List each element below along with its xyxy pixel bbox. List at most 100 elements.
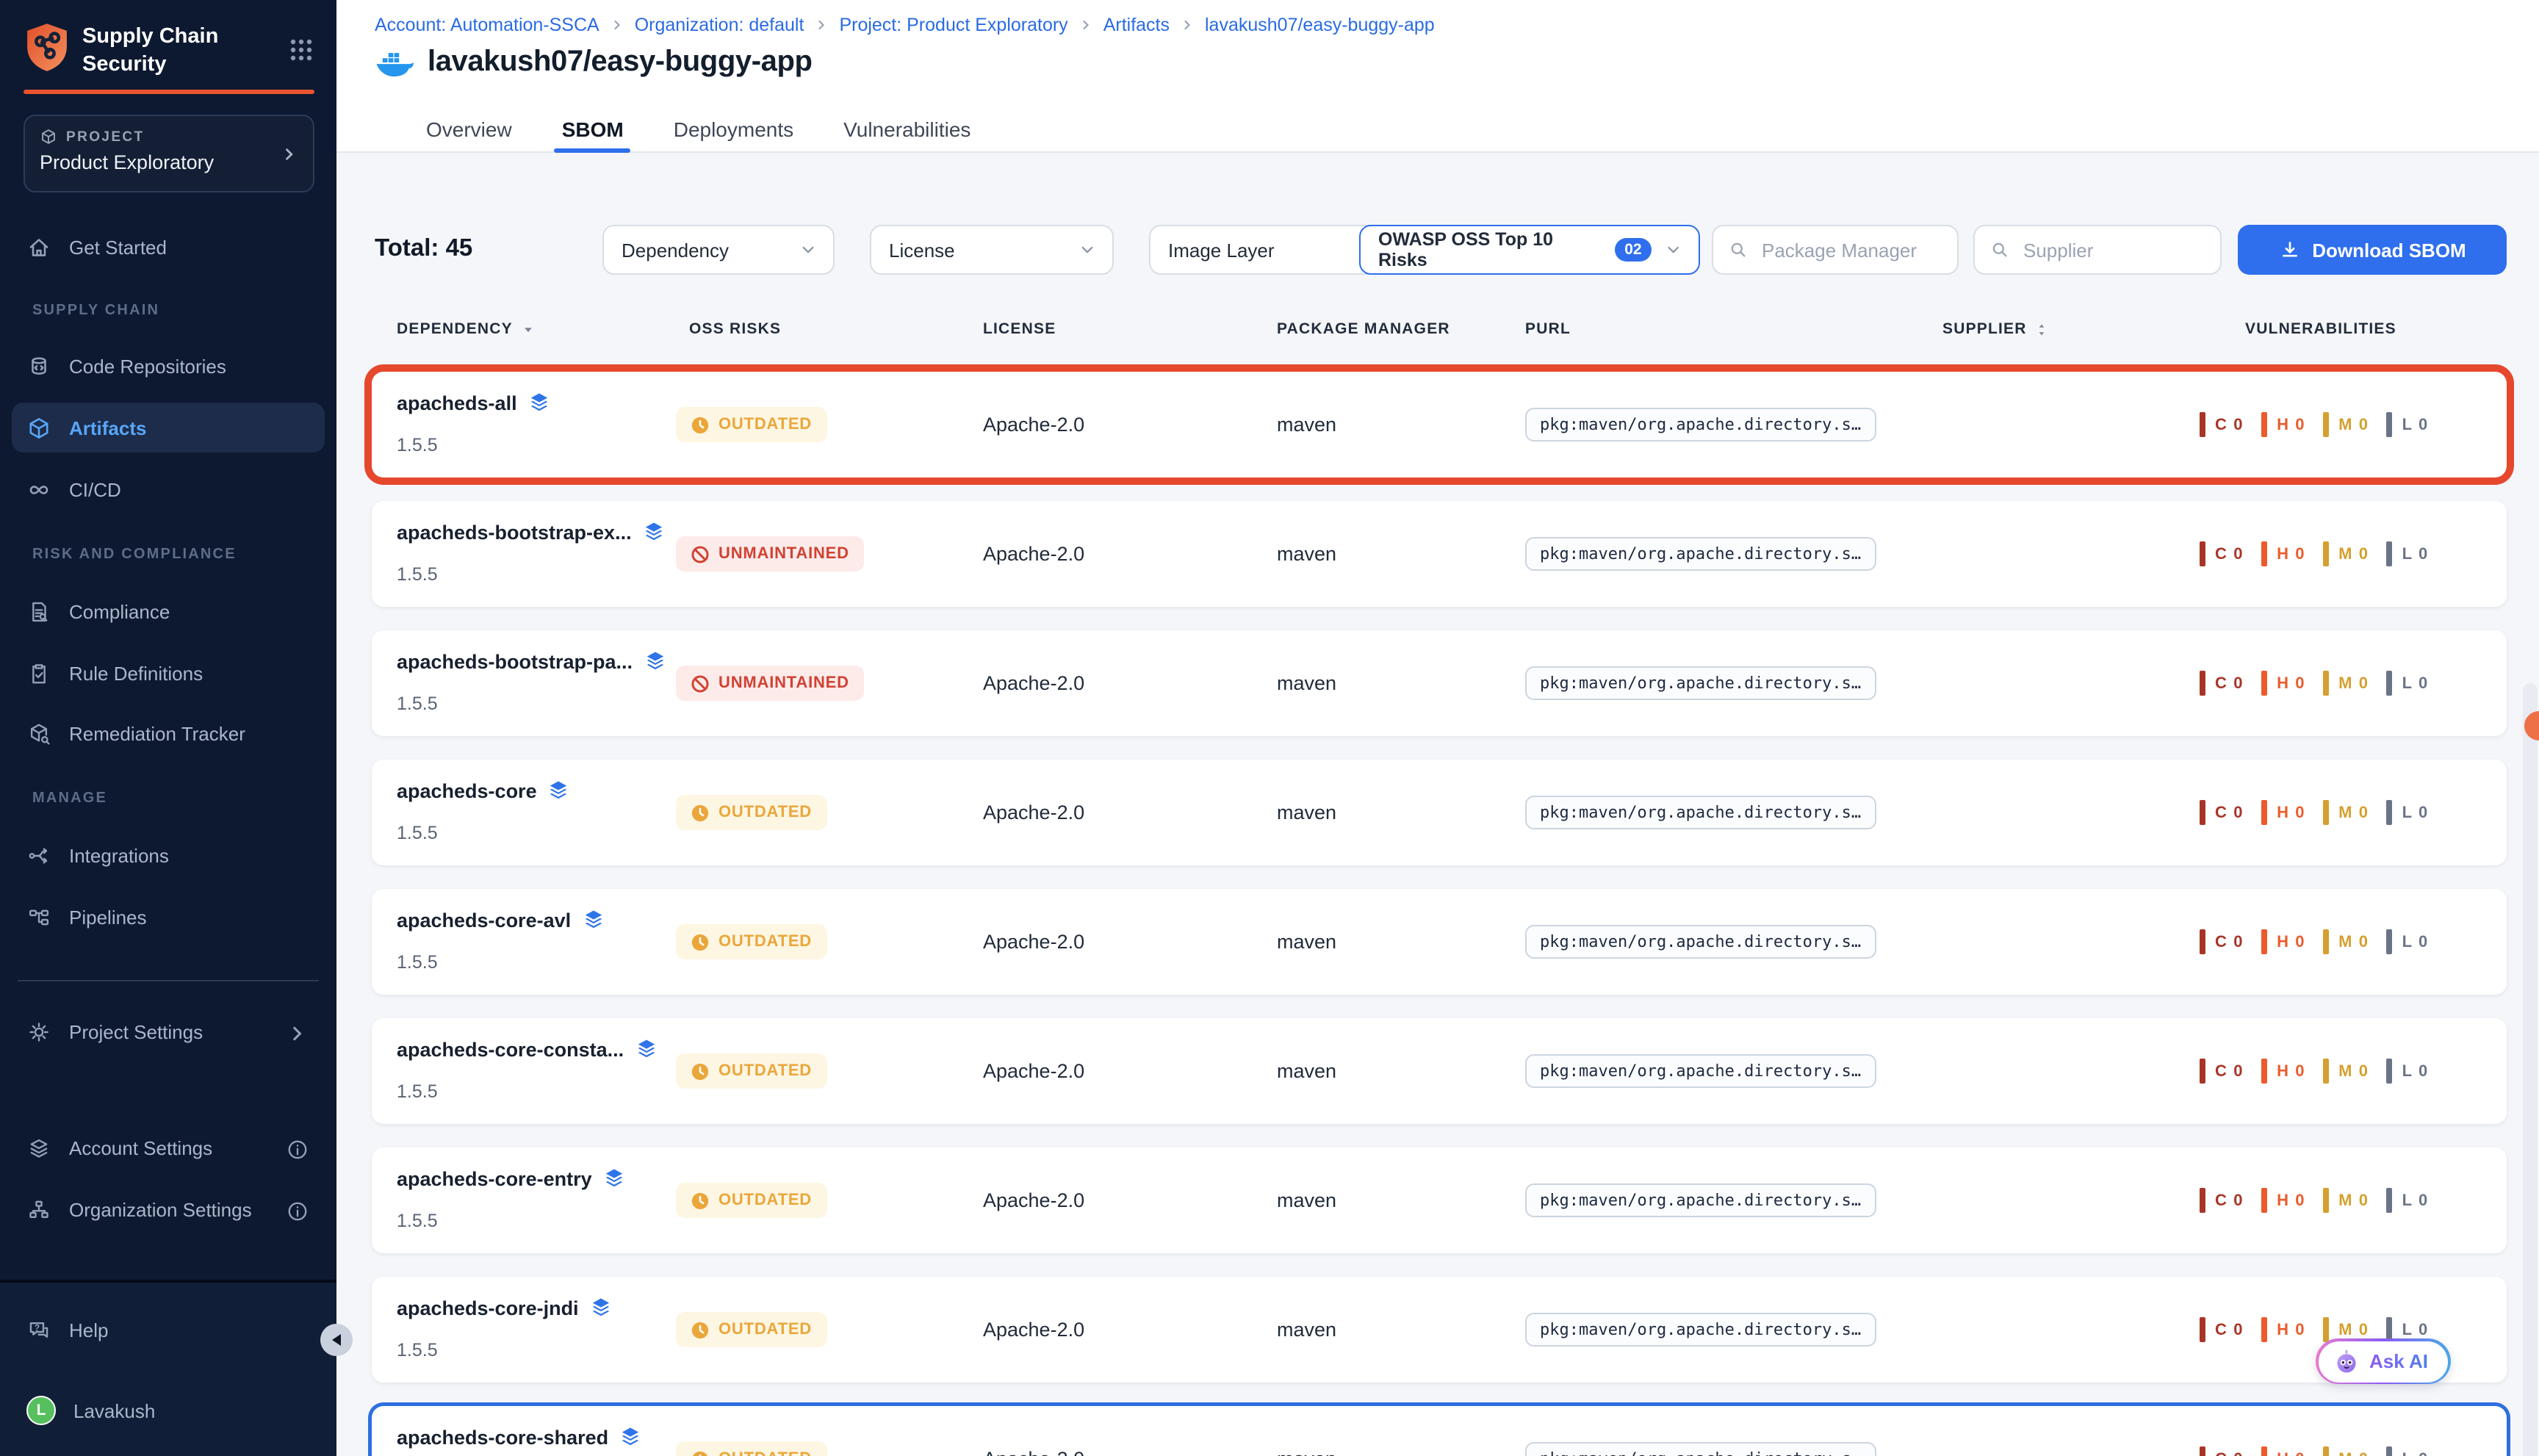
purl-chip[interactable]: pkg:maven/org.apache.directory.s… (1525, 1313, 1876, 1347)
infinity-icon (26, 477, 51, 502)
purl-chip[interactable]: pkg:maven/org.apache.directory.s… (1525, 1054, 1876, 1088)
sidebar-item-label: Artifacts (69, 417, 147, 439)
table-row[interactable]: apacheds-bootstrap-ex... 1.5.5 UNMAINTAI… (372, 501, 2507, 607)
breadcrumb-project[interactable]: Project: Product Exploratory (839, 15, 1067, 35)
owasp-risks-filter-select[interactable]: OWASP OSS Top 10 Risks 02 (1359, 225, 1700, 275)
sidebar-item-pipelines[interactable]: Pipelines (12, 892, 325, 942)
purl-chip[interactable]: pkg:maven/org.apache.directory.s… (1525, 537, 1876, 571)
license-filter-select[interactable]: License (870, 225, 1114, 275)
dependency-name: apacheds-core (397, 779, 537, 801)
high-count: H 0 (2261, 800, 2305, 825)
package-manager-input[interactable] (1759, 237, 1942, 262)
tab-deployments[interactable]: Deployments (671, 106, 796, 153)
dependency-name: apacheds-all (397, 392, 517, 414)
ask-ai-label: Ask AI (2369, 1350, 2428, 1372)
layers-gear-icon (26, 1135, 51, 1160)
clipboard-check-icon (26, 660, 51, 685)
table-row[interactable]: apacheds-core-avl 1.5.5 OUTDATED Apache-… (372, 889, 2507, 995)
tab-sbom[interactable]: SBOM (559, 106, 627, 153)
chevron-down-icon (1664, 239, 1684, 260)
license-value: Apache-2.0 (983, 1319, 1084, 1341)
layers-icon (602, 1167, 626, 1190)
sidebar-item-help[interactable]: ? Help (12, 1305, 325, 1355)
sidebar-item-artifacts[interactable]: Artifacts (12, 403, 325, 453)
vulnerability-counts: C 0 H 0 M 0 L 0 (2200, 929, 2429, 954)
table-row[interactable]: apacheds-core-shared 1.5.5 OUTDATED Apac… (372, 1406, 2507, 1456)
table-row[interactable]: apacheds-all 1.5.5 OUTDATED Apache-2.0 m… (372, 372, 2507, 477)
sidebar-item-project-settings[interactable]: Project Settings (12, 1006, 325, 1056)
sidebar-item-code-repositories[interactable]: Code Repositories (12, 341, 325, 391)
sidebar-item-label: Compliance (69, 600, 170, 622)
purl-chip[interactable]: pkg:maven/org.apache.directory.s… (1525, 666, 1876, 700)
vulnerability-counts: C 0 H 0 M 0 L 0 (2200, 671, 2429, 696)
breadcrumb: Account: Automation-SSCA Organization: d… (375, 15, 1435, 35)
breadcrumb-current[interactable]: lavakush07/easy-buggy-app (1205, 15, 1435, 35)
sidebar-item-user[interactable]: L Lavakush (12, 1385, 325, 1435)
info-icon[interactable] (285, 1136, 307, 1158)
low-count: L 0 (2387, 929, 2429, 954)
purl-chip[interactable]: pkg:maven/org.apache.directory.s… (1525, 796, 1876, 829)
purl-chip[interactable]: pkg:maven/org.apache.directory.s… (1525, 408, 1876, 442)
table-row[interactable]: apacheds-core-entry 1.5.5 OUTDATED Apach… (372, 1147, 2507, 1253)
low-count: L 0 (2387, 800, 2429, 825)
sidebar-item-integrations[interactable]: Integrations (12, 830, 325, 880)
supplier-input[interactable] (2020, 237, 2205, 262)
org-chart-gear-icon (26, 1197, 51, 1222)
download-sbom-button[interactable]: Download SBOM (2238, 225, 2507, 275)
search-icon (1989, 239, 2010, 260)
apps-grid-icon[interactable] (289, 38, 313, 62)
ai-robot-icon (2333, 1348, 2359, 1374)
sidebar-item-cicd[interactable]: CI/CD (12, 464, 325, 514)
image-layer-filter-select[interactable]: Image Layer (1149, 225, 1393, 275)
table-row[interactable]: apacheds-core 1.5.5 OUTDATED Apache-2.0 … (372, 760, 2507, 865)
package-manager-value: maven (1277, 1189, 1336, 1211)
ask-ai-button[interactable]: Ask AI (2316, 1338, 2451, 1384)
oss-risk-badge: OUTDATED (676, 1312, 826, 1347)
purl-chip[interactable]: pkg:maven/org.apache.directory.s… (1525, 1442, 1876, 1456)
integrations-icon (26, 843, 51, 868)
gear-icon (26, 1019, 51, 1044)
column-dependency[interactable]: DEPENDENCY (397, 320, 536, 338)
filter-label: License (889, 239, 955, 261)
sidebar-collapse-button[interactable] (320, 1324, 353, 1356)
layers-icon (634, 1037, 658, 1061)
clock-icon (691, 1191, 710, 1210)
sidebar-item-account-settings[interactable]: Account Settings (12, 1122, 325, 1172)
help-chat-icon: ? (26, 1317, 51, 1342)
breadcrumb-artifacts[interactable]: Artifacts (1103, 15, 1170, 35)
package-manager-value: maven (1277, 1448, 1336, 1456)
download-icon (2278, 239, 2300, 261)
high-count: H 0 (2261, 541, 2305, 566)
table-row[interactable]: apacheds-bootstrap-pa... 1.5.5 UNMAINTAI… (372, 630, 2507, 736)
sidebar-item-organization-settings[interactable]: Organization Settings (12, 1184, 325, 1234)
project-name: Product Exploratory (40, 151, 298, 173)
critical-count: C 0 (2200, 1317, 2244, 1342)
sidebar-item-get-started[interactable]: Get Started (12, 222, 325, 272)
column-license: LICENSE (983, 320, 1056, 338)
sidebar-item-compliance[interactable]: Compliance (12, 586, 325, 636)
license-value: Apache-2.0 (983, 414, 1084, 436)
project-selector[interactable]: PROJECT Product Exploratory (24, 115, 314, 192)
dependency-version: 1.5.5 (397, 564, 438, 585)
table-row[interactable]: apacheds-core-consta... 1.5.5 OUTDATED A… (372, 1018, 2507, 1124)
critical-count: C 0 (2200, 1446, 2244, 1456)
table-row[interactable]: apacheds-core-jndi 1.5.5 OUTDATED Apache… (372, 1277, 2507, 1383)
dependency-filter-select[interactable]: Dependency (602, 225, 835, 275)
sidebar-item-remediation-tracker[interactable]: Remediation Tracker (12, 708, 325, 758)
breadcrumb-account[interactable]: Account: Automation-SSCA (375, 15, 599, 35)
info-icon[interactable] (285, 1198, 307, 1220)
dependency-name: apacheds-core-entry (397, 1167, 592, 1189)
sidebar-item-label: Help (69, 1319, 109, 1341)
dependency-version: 1.5.5 (397, 1340, 438, 1361)
tab-overview[interactable]: Overview (423, 106, 515, 153)
scrollbar-thumb[interactable] (2523, 683, 2538, 1456)
risk-label: OUTDATED (719, 1062, 812, 1080)
sidebar-item-rule-definitions[interactable]: Rule Definitions (12, 648, 325, 698)
purl-chip[interactable]: pkg:maven/org.apache.directory.s… (1525, 925, 1876, 959)
medium-count: M 0 (2323, 1059, 2369, 1084)
clock-icon (691, 415, 710, 434)
purl-chip[interactable]: pkg:maven/org.apache.directory.s… (1525, 1183, 1876, 1217)
breadcrumb-organization[interactable]: Organization: default (635, 15, 804, 35)
column-supplier[interactable]: SUPPLIER (1942, 320, 2050, 338)
tab-vulnerabilities[interactable]: Vulnerabilities (840, 106, 973, 153)
